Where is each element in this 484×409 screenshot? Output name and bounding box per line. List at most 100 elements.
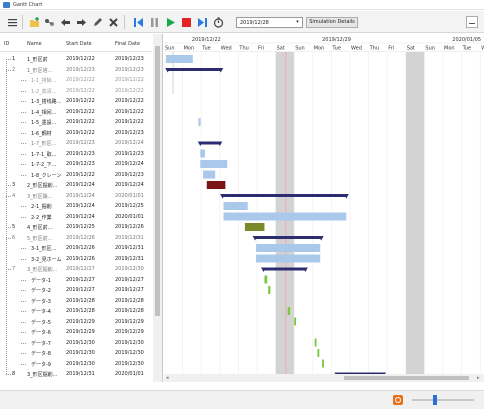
- timer-icon[interactable]: [212, 16, 224, 28]
- task-bar[interactable]: [203, 170, 216, 179]
- task-row[interactable]: 2 1_形区塔... 2019/12/23 2019/12/23: [0, 65, 152, 75]
- task-row[interactable]: 8 3_形区掘削... 2019/12/31 2020/01/01: [0, 369, 152, 379]
- zoom-slider-thumb[interactable]: [433, 395, 437, 405]
- pause-icon[interactable]: [148, 16, 160, 28]
- task-final-date: 2019/12/31: [115, 255, 144, 262]
- tree-connector: [21, 132, 26, 134]
- horizontal-scrollbar[interactable]: ◂ ▸: [164, 374, 484, 382]
- task-start-date: 2019/12/28: [66, 297, 95, 304]
- task-bar[interactable]: [256, 244, 321, 252]
- link-icon[interactable]: [43, 16, 55, 28]
- summary-bar[interactable]: [255, 236, 322, 239]
- task-name: 2_形区掘削...: [27, 183, 58, 189]
- milestone-bar[interactable]: [264, 275, 268, 284]
- day-label: Fri: [388, 46, 394, 52]
- add-task-icon[interactable]: [28, 16, 40, 28]
- task-final-date: 2019/12/31: [115, 245, 144, 251]
- day-label: Sun: [295, 46, 305, 52]
- task-bar[interactable]: [244, 223, 265, 231]
- task-name: 5_形区前...: [27, 235, 53, 242]
- task-bar[interactable]: [198, 118, 201, 126]
- task-id: 7: [12, 266, 16, 272]
- week-label: 2019/12/22: [192, 37, 221, 43]
- day-label: Sun: [425, 46, 435, 52]
- header-divider: [0, 51, 152, 52]
- task-bar[interactable]: [256, 254, 321, 263]
- milestone-bar[interactable]: [314, 338, 317, 347]
- task-start-date: 2019/12/22: [66, 98, 95, 104]
- task-final-date: 2019/12/30: [115, 350, 144, 356]
- summary-bar[interactable]: [263, 267, 306, 271]
- task-start-date: 2019/12/27: [66, 276, 95, 283]
- task-row[interactable]: 5 4_形区前... 2019/12/25 2019/12/26: [0, 222, 152, 232]
- stop-icon[interactable]: [180, 16, 192, 28]
- vertical-scrollbar[interactable]: [153, 34, 162, 382]
- vertical-scroll-thumb[interactable]: [155, 46, 160, 316]
- gantt-canvas: 2019/12/22 2019/12/29 2020/01/05 Sun Mon Tue W…: [164, 37, 484, 374]
- arrow-right-icon[interactable]: [75, 16, 87, 28]
- play-icon[interactable]: [164, 16, 176, 28]
- task-bar[interactable]: [206, 181, 226, 189]
- task-bar[interactable]: [200, 149, 205, 158]
- window-title: Gantt Chart: [13, 2, 43, 8]
- milestone-bar[interactable]: [322, 359, 324, 368]
- scroll-right-icon[interactable]: ▸: [477, 375, 480, 381]
- task-name: 1_形区塔...: [27, 67, 53, 74]
- summary-bar[interactable]: [222, 194, 347, 197]
- task-bar[interactable]: [165, 55, 193, 63]
- task-bar[interactable]: [223, 212, 347, 221]
- edit-pencil-icon[interactable]: [91, 16, 103, 28]
- tree-connector: [21, 143, 26, 144]
- chevron-down-icon[interactable]: ▾: [294, 19, 301, 26]
- summary-bar[interactable]: [167, 68, 221, 71]
- arrow-left-icon[interactable]: [59, 16, 71, 28]
- week-label: 2020/01/05: [452, 37, 481, 43]
- milestone-bar[interactable]: [317, 349, 320, 357]
- milestone-bar[interactable]: [294, 317, 297, 326]
- task-start-date: 2019/12/22: [66, 87, 95, 94]
- scroll-left-icon[interactable]: ◂: [166, 375, 169, 381]
- task-name: 2-2_作業: [31, 214, 52, 221]
- task-final-date: 2019/12/31: [115, 234, 144, 241]
- task-name: 1-7-1_取...: [31, 151, 57, 158]
- zoom-slider-track[interactable]: [412, 399, 474, 401]
- day-label: Tue: [331, 46, 341, 52]
- delete-x-icon[interactable]: [107, 16, 119, 28]
- task-row[interactable]: 1 1_形区前 2019/12/22 2019/12/23: [0, 54, 152, 64]
- task-id: 2: [12, 66, 16, 73]
- day-label: Thu: [369, 46, 379, 52]
- task-start-date: 2019/12/30: [66, 350, 95, 356]
- task-start-date: 2019/12/22: [66, 56, 95, 62]
- task-row[interactable]: 6 5_形区前... 2019/12/26 2019/12/31: [0, 233, 152, 243]
- column-header-id[interactable]: ID: [4, 41, 9, 47]
- app-icon: [3, 2, 10, 8]
- skip-back-icon[interactable]: [132, 16, 144, 28]
- task-row[interactable]: 3 2_形区掘削... 2019/12/24 2019/12/24: [0, 180, 152, 190]
- task-name: データ-8: [31, 351, 51, 357]
- panel-toggle-icon[interactable]: [466, 16, 478, 28]
- day-label: Wed: [221, 46, 232, 52]
- column-header-name[interactable]: Name: [27, 41, 42, 47]
- milestone-bar[interactable]: [287, 307, 291, 315]
- column-header-finish[interactable]: Final Date: [115, 41, 140, 47]
- task-final-date: 2019/12/23: [115, 129, 144, 136]
- task-final-date: 2019/12/22: [115, 98, 144, 104]
- tree-connector: [21, 111, 26, 113]
- task-bar[interactable]: [223, 202, 248, 210]
- simulation-date-picker[interactable]: 2019/12/28 ▾: [236, 17, 303, 28]
- column-header-start[interactable]: Start Date: [66, 41, 92, 47]
- task-id: 4: [12, 192, 16, 199]
- menu-icon[interactable]: [6, 16, 18, 28]
- milestone-bar[interactable]: [268, 286, 271, 294]
- horizontal-scroll-thumb[interactable]: [344, 376, 469, 380]
- task-final-date: 2019/12/30: [115, 266, 144, 272]
- simulation-details-button[interactable]: Simulation Details: [306, 17, 358, 28]
- task-final-date: 2019/12/27: [115, 276, 144, 283]
- task-row[interactable]: 4 3_形区陽... 2019/12/24 2020/01/01: [0, 191, 152, 201]
- summary-bar[interactable]: [200, 141, 220, 145]
- status-indicator-icon[interactable]: [393, 395, 403, 405]
- task-final-date: 2019/12/28: [115, 297, 144, 304]
- task-row[interactable]: 7 3_形区掘削... 2019/12/27 2019/12/30: [0, 264, 152, 274]
- skip-forward-icon[interactable]: [196, 16, 208, 28]
- task-bar[interactable]: [200, 160, 228, 168]
